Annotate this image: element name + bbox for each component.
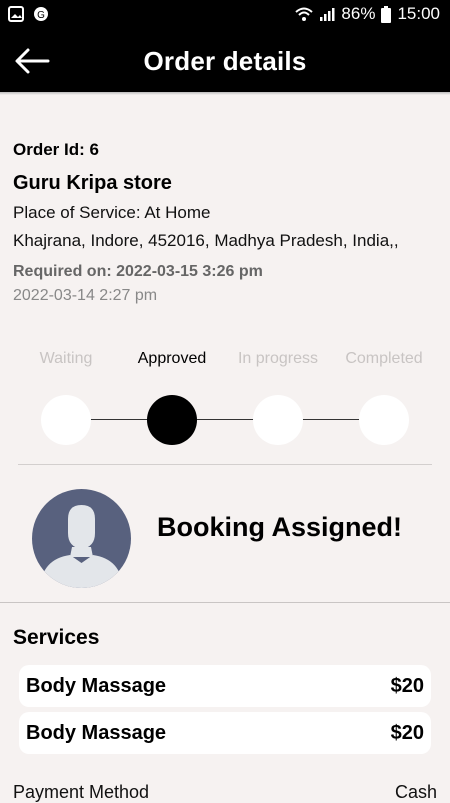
- step-circle-in-progress: [253, 395, 303, 445]
- services-heading: Services: [13, 626, 100, 649]
- divider: [18, 464, 432, 465]
- signal-icon: [320, 8, 335, 21]
- service-item: Body Massage $20: [19, 712, 431, 754]
- booking-status: Booking Assigned!: [157, 512, 403, 542]
- gallery-notification-icon: [8, 6, 24, 22]
- app-bar: Order details: [0, 30, 450, 92]
- required-on: Required on: 2022-03-15 3:26 pm: [13, 263, 263, 280]
- page-title: Order details: [143, 46, 307, 76]
- step-label-waiting: Waiting: [39, 350, 93, 367]
- battery-icon: [381, 5, 392, 23]
- step-label-approved: Approved: [137, 350, 207, 367]
- progress-track: [66, 419, 384, 420]
- service-name: Body Massage: [26, 675, 167, 697]
- service-item: Body Massage $20: [19, 665, 431, 707]
- divider: [0, 602, 450, 603]
- step-label-in-progress: In progress: [237, 350, 319, 367]
- battery-percent: 86%: [341, 4, 376, 23]
- address: Khajrana, Indore, 452016, Madhya Pradesh…: [13, 231, 399, 250]
- service-name: Body Massage: [26, 722, 167, 744]
- step-circle-completed: [359, 395, 409, 445]
- place-of-service: Place of Service: At Home: [13, 203, 211, 222]
- order-id: Order Id: 6: [13, 140, 99, 159]
- avatar: [32, 489, 131, 588]
- app-bar-shadow: [0, 92, 450, 95]
- store-name: Guru Kripa store: [13, 172, 172, 194]
- progress-labels: Waiting Approved In progress Completed: [0, 350, 450, 372]
- step-label-completed: Completed: [345, 350, 423, 367]
- clock: 15:00: [397, 4, 440, 23]
- status-bar: G 86% 15:00: [0, 0, 450, 30]
- step-circle-waiting: [41, 395, 91, 445]
- step-circle-approved: [147, 395, 197, 445]
- cloud-notification-icon: G: [34, 7, 48, 21]
- svg-text:G: G: [37, 10, 45, 21]
- wifi-icon: [295, 7, 314, 21]
- user-placeholder-icon: [40, 505, 123, 588]
- service-price: $20: [390, 722, 424, 744]
- service-price: $20: [390, 675, 424, 697]
- order-info: Order Id: 6 Guru Kripa store Place of Se…: [13, 138, 443, 305]
- created-date: 2022-03-14 2:27 pm: [13, 287, 158, 304]
